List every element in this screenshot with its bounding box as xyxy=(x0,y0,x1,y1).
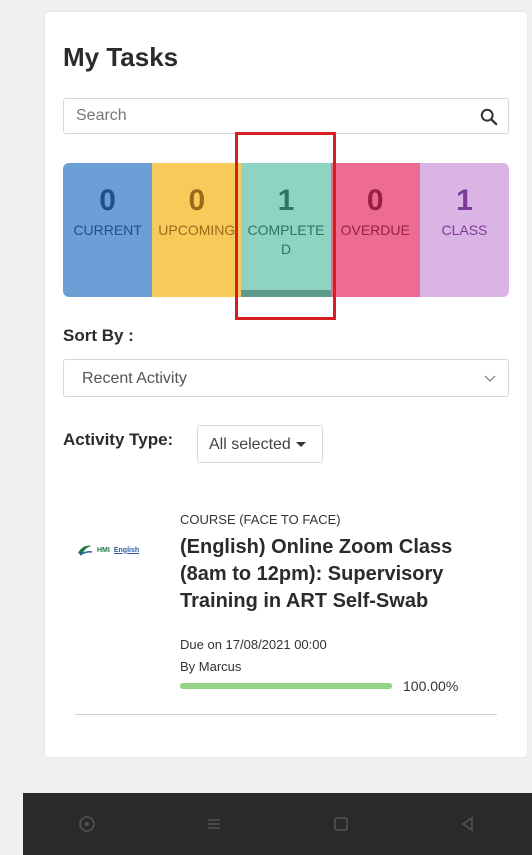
task-progress-bar xyxy=(180,683,392,689)
tile-label: CURRENT xyxy=(73,222,142,238)
task-title[interactable]: (English) Online Zoom Class (8am to 12pm… xyxy=(180,534,500,615)
menu-icon[interactable] xyxy=(204,814,224,834)
task-type: COURSE (FACE TO FACE) xyxy=(180,512,341,527)
system-nav-bar xyxy=(23,793,532,855)
tile-overdue[interactable]: 0 OVERDUE xyxy=(330,163,420,297)
sort-by-label: Sort By : xyxy=(63,326,134,345)
tile-upcoming[interactable]: 0 UPCOMING xyxy=(152,163,242,297)
task-progress-text: 100.00% xyxy=(403,678,459,694)
square-icon[interactable] xyxy=(331,814,351,834)
progress-fill xyxy=(180,683,392,689)
caret-down-icon xyxy=(295,442,306,448)
page-title: My Tasks xyxy=(63,42,179,72)
highlight-box xyxy=(235,132,336,320)
sort-by-select[interactable]: Recent Activity xyxy=(63,359,509,397)
tile-class[interactable]: 1 CLASS xyxy=(419,163,509,297)
course-logo: HMI English xyxy=(75,510,165,600)
tile-current[interactable]: 0 CURRENT xyxy=(63,163,153,297)
logo-image: HMI English xyxy=(77,540,163,560)
tile-label: OVERDUE xyxy=(340,222,410,238)
sort-by-value: Recent Activity xyxy=(82,370,187,387)
tile-count: 0 xyxy=(366,184,384,217)
tile-count: 0 xyxy=(99,184,116,217)
task-author: By Marcus xyxy=(180,659,242,674)
chevron-down-icon xyxy=(484,375,496,382)
activity-type-value: All selected xyxy=(209,436,291,453)
search-icon[interactable] xyxy=(480,108,498,126)
swoosh-icon xyxy=(78,545,93,556)
back-icon[interactable] xyxy=(458,814,478,834)
task-due-date: Due on 17/08/2021 00:00 xyxy=(180,637,327,652)
divider xyxy=(75,714,497,715)
activity-type-label: Activity Type: xyxy=(63,430,174,449)
search-box[interactable] xyxy=(63,98,509,134)
logo-text: HMI xyxy=(97,546,110,554)
activity-type-dropdown[interactable]: All selected xyxy=(197,425,323,463)
tile-count: 1 xyxy=(456,184,473,217)
logo-text: English xyxy=(113,546,140,554)
tasks-card: My Tasks 0 CURRENT 0 UPCOMING 1 COMPLETE… xyxy=(45,12,527,757)
tile-label: CLASS xyxy=(441,222,488,238)
search-input[interactable] xyxy=(64,99,464,133)
tile-count: 0 xyxy=(188,184,206,217)
tile-label: UPCOMING xyxy=(158,222,236,238)
circle-icon[interactable] xyxy=(77,814,97,834)
